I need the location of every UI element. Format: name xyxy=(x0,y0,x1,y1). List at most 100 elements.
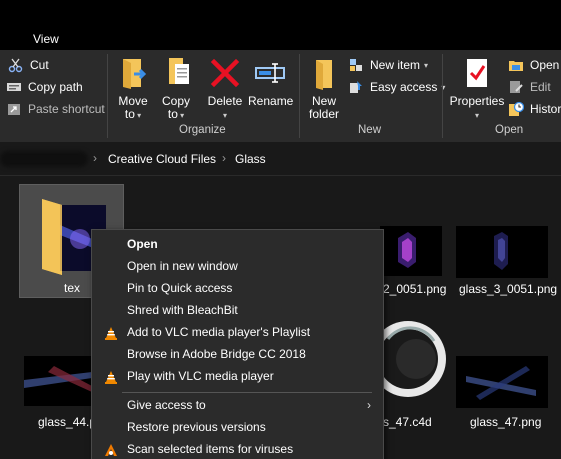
breadcrumb-chevron-icon: › xyxy=(222,151,226,165)
file-tile[interactable] xyxy=(24,356,92,406)
open-button[interactable]: Open xyxy=(508,55,559,75)
scissors-icon xyxy=(8,57,24,73)
rename-button[interactable]: Rename xyxy=(248,56,294,108)
group-divider xyxy=(442,54,443,138)
copy-to-icon xyxy=(159,56,193,90)
edit-button[interactable]: Edit xyxy=(508,77,551,97)
chevron-right-icon: › xyxy=(367,398,371,412)
menu-item-adobe-bridge[interactable]: Browse in Adobe Bridge CC 2018 xyxy=(92,343,383,365)
history-icon xyxy=(508,101,525,117)
menu-item-label: Open in new window xyxy=(127,259,238,273)
image-thumbnail xyxy=(24,356,92,406)
menu-item-vlc-play[interactable]: Play with VLC media player xyxy=(92,365,383,387)
menu-item-open-new-window[interactable]: Open in new window xyxy=(92,255,383,277)
easy-access-button[interactable]: Easy access ▾ xyxy=(348,77,445,97)
breadcrumb-item[interactable]: Glass xyxy=(235,152,266,166)
edit-icon xyxy=(508,79,524,95)
edit-label: Edit xyxy=(530,80,551,94)
menu-item-label: Browse in Adobe Bridge CC 2018 xyxy=(127,347,306,361)
menu-item-label: Give access to xyxy=(127,398,206,412)
open-label: Open xyxy=(530,58,560,72)
copy-path-icon xyxy=(6,79,22,95)
image-thumbnail xyxy=(456,356,548,408)
copy-to-label-1: Copy xyxy=(161,94,190,108)
new-folder-label-2: folder xyxy=(308,107,340,121)
redacted-path xyxy=(0,151,88,167)
menu-item-label: Shred with BleachBit xyxy=(127,303,238,317)
rename-label: Rename xyxy=(248,94,294,108)
new-folder-label-1: New xyxy=(311,94,336,108)
menu-item-pin-quick-access[interactable]: Pin to Quick access xyxy=(92,277,383,299)
new-group-label: New xyxy=(358,124,382,136)
menu-item-vlc-playlist[interactable]: Add to VLC media player's Playlist xyxy=(92,321,383,343)
paste-shortcut-button[interactable]: Paste shortcut xyxy=(6,99,105,119)
file-name: tex xyxy=(64,281,81,295)
history-button[interactable]: History xyxy=(508,99,561,119)
file-tile[interactable] xyxy=(370,319,450,405)
menu-item-label: Scan selected items for viruses xyxy=(127,442,294,456)
paste-shortcut-icon xyxy=(6,101,22,117)
vlc-icon xyxy=(104,369,118,384)
tab-view[interactable]: View xyxy=(33,32,59,46)
move-to-icon xyxy=(116,56,150,90)
group-divider xyxy=(299,54,300,138)
delete-x-icon xyxy=(208,56,242,90)
move-to-label-1: Move xyxy=(118,94,148,108)
menu-item-label: Open xyxy=(127,237,158,251)
move-to-label-2: to xyxy=(124,107,135,121)
delete-label: Delete xyxy=(207,94,243,108)
move-to-button[interactable]: Move to ▾ xyxy=(113,56,153,122)
rename-icon xyxy=(253,56,287,90)
paste-shortcut-label: Paste shortcut xyxy=(28,102,105,116)
breadcrumb-item[interactable]: Creative Cloud Files xyxy=(108,152,216,166)
properties-label: Properties xyxy=(449,94,505,108)
file-tile[interactable] xyxy=(456,356,550,408)
history-label: History xyxy=(530,102,561,116)
new-item-label: New item xyxy=(370,58,421,72)
open-folder-icon xyxy=(508,57,524,73)
copy-to-label-2: to xyxy=(167,107,178,121)
avast-icon xyxy=(104,442,118,456)
file-tile[interactable] xyxy=(456,226,550,278)
open-group-label: Open xyxy=(495,124,524,136)
copy-path-label: Copy path xyxy=(28,80,83,94)
image-thumbnail xyxy=(380,226,442,276)
copy-path-button[interactable]: Copy path xyxy=(6,77,83,97)
menu-item-label: Add to VLC media player's Playlist xyxy=(127,325,311,339)
new-folder-button[interactable]: New folder xyxy=(305,56,343,121)
menu-separator xyxy=(122,392,372,393)
copy-to-button[interactable]: Copy to ▾ xyxy=(158,56,194,122)
cut-label: Cut xyxy=(30,58,49,72)
properties-button[interactable]: Properties ▾ xyxy=(448,56,506,122)
breadcrumb-chevron-icon: › xyxy=(93,151,97,165)
file-name: glass_47.png xyxy=(470,415,542,429)
organize-group-label: Organize xyxy=(179,124,226,136)
menu-item-restore-versions[interactable]: Restore previous versions xyxy=(92,416,383,438)
group-divider xyxy=(107,54,108,138)
cut-button[interactable]: Cut xyxy=(8,55,49,75)
properties-checkmark-icon xyxy=(460,56,494,90)
ribbon-tab-row: View xyxy=(0,0,561,50)
easy-access-icon xyxy=(348,79,364,95)
ribbon: Cut Copy path Paste shortcut Move to ▾ C… xyxy=(0,50,561,142)
file-name: s_47.c4d xyxy=(383,415,432,429)
menu-item-shred-bleachbit[interactable]: Shred with BleachBit xyxy=(92,299,383,321)
vlc-icon xyxy=(104,325,118,340)
menu-item-scan-viruses[interactable]: Scan selected items for viruses xyxy=(92,438,383,459)
address-bar[interactable]: › Creative Cloud Files › Glass xyxy=(0,142,561,176)
cinema4d-icon xyxy=(370,319,450,405)
menu-item-give-access[interactable]: Give access to › xyxy=(92,394,383,416)
context-menu: Open Open in new window Pin to Quick acc… xyxy=(91,229,384,459)
menu-item-label: Pin to Quick access xyxy=(127,281,233,295)
image-thumbnail xyxy=(456,226,548,278)
new-item-icon xyxy=(348,57,364,73)
file-name: glass_3_0051.png xyxy=(459,282,558,296)
new-item-button[interactable]: New item ▾ xyxy=(348,55,428,75)
menu-item-open[interactable]: Open xyxy=(92,233,383,255)
file-tile[interactable] xyxy=(375,226,445,278)
easy-access-label: Easy access xyxy=(370,80,438,94)
new-folder-icon xyxy=(307,56,341,90)
delete-button[interactable]: Delete ▾ xyxy=(205,56,245,122)
file-name: 2_0051.png xyxy=(383,282,447,296)
menu-item-label: Restore previous versions xyxy=(127,420,266,434)
